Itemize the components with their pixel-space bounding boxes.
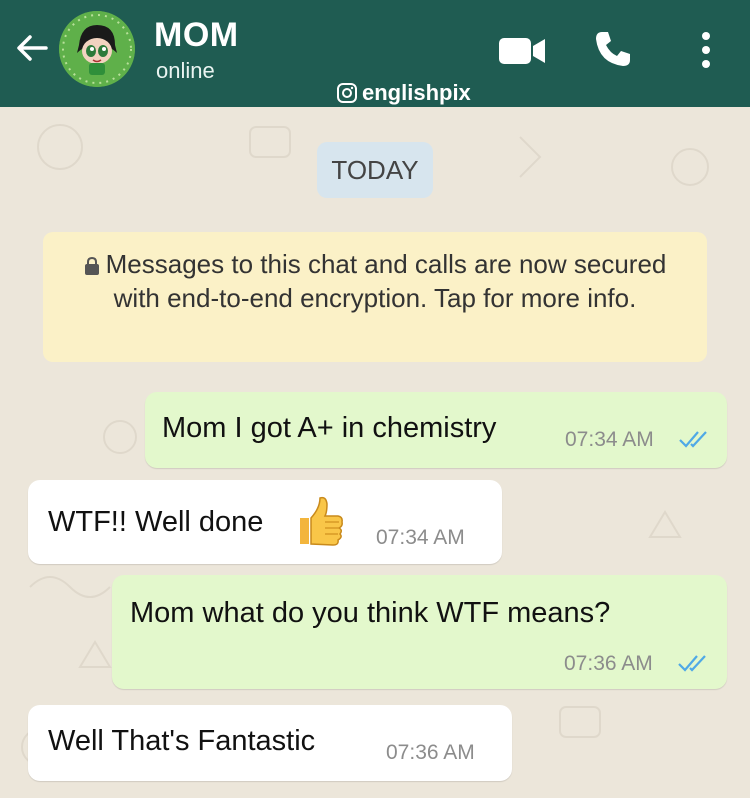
- encryption-notice[interactable]: Messages to this chat and calls are now …: [43, 232, 707, 362]
- lock-icon: [84, 256, 99, 275]
- watermark-text: englishpix: [362, 80, 471, 105]
- encryption-notice-text: Messages to this chat and calls are now …: [105, 249, 667, 313]
- message-text: Mom what do you think WTF means?: [130, 597, 611, 629]
- read-receipt-icon: [678, 655, 706, 672]
- message-time: 07:36 AM: [386, 741, 475, 764]
- thumbs-up-emoji-icon: [300, 496, 343, 546]
- chat-header: MOM online englishpix: [0, 0, 750, 107]
- phone-icon[interactable]: [592, 28, 634, 70]
- message-time: 07:34 AM: [565, 428, 654, 451]
- read-receipt-icon: [679, 431, 707, 448]
- message-text: Well That's Fantastic: [48, 725, 316, 757]
- message-bubble-outgoing[interactable]: Mom what do you think WTF means? 07:36 A…: [112, 575, 727, 689]
- message-bubble-incoming[interactable]: Well That's Fantastic 07:36 AM: [28, 705, 512, 781]
- watermark: englishpix: [336, 80, 471, 106]
- back-arrow-icon[interactable]: [10, 26, 54, 70]
- instagram-icon: [337, 83, 357, 103]
- powerpuff-avatar-icon: [59, 11, 135, 87]
- message-bubble-incoming[interactable]: WTF!! Well done 07:34 AM: [28, 480, 502, 564]
- video-call-icon[interactable]: [497, 33, 549, 69]
- more-vert-icon[interactable]: [696, 30, 716, 70]
- message-bubble-outgoing[interactable]: Mom I got A+ in chemistry 07:34 AM: [145, 392, 727, 468]
- date-chip: TODAY: [317, 142, 433, 198]
- avatar[interactable]: [59, 11, 135, 87]
- message-text: Mom I got A+ in chemistry: [162, 412, 497, 444]
- contact-name[interactable]: MOM: [154, 16, 239, 55]
- message-time: 07:36 AM: [564, 652, 653, 675]
- message-text: WTF!! Well done: [48, 506, 264, 538]
- message-time: 07:34 AM: [376, 526, 465, 549]
- contact-status: online: [156, 58, 215, 83]
